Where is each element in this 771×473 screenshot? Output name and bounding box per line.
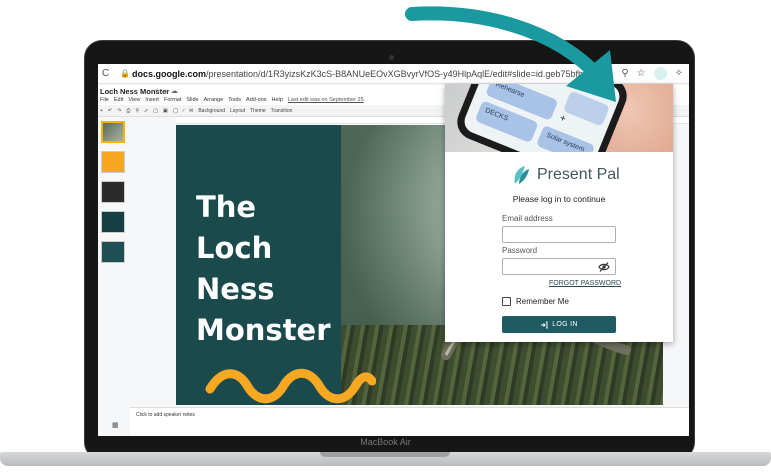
present-pal-logo-icon [514,166,529,184]
menu-help[interactable]: Help [272,97,283,103]
email-field[interactable] [502,226,616,243]
move-folder-icon[interactable]: ▭ [162,88,169,95]
undo-icon[interactable]: ↶ [108,108,112,114]
shape-tool-icon[interactable]: ◯ [173,108,179,114]
laptop-base-notch [320,452,450,457]
slide-title-line: Monster [196,313,331,347]
menu-file[interactable]: File [100,97,109,103]
menu-format[interactable]: Format [164,97,181,103]
zoom-icon[interactable]: ⚲ [621,68,628,79]
add-icon[interactable]: + [100,108,103,114]
slide-thumbnail-5[interactable] [101,241,125,263]
menu-insert[interactable]: Insert [145,97,159,103]
brand-name: Present Pal [537,166,620,183]
password-label: Password [502,246,538,255]
toolbar-transition[interactable]: Transition [271,108,293,114]
slide-thumbnail-3[interactable] [101,181,125,203]
reload-icon[interactable]: C [102,68,114,79]
orange-squiggle-decoration [205,368,376,404]
phone-image: Rehearse DECKS Solar system + [451,84,633,152]
login-subtitle: Please log in to continue [512,194,606,204]
speaker-notes[interactable]: Click to add speaker notes [130,407,689,436]
speaker-notes-placeholder: Click to add speaker notes [136,412,195,418]
line-tool-icon[interactable]: ∕ [183,108,184,114]
menu-addons[interactable]: Add-ons [246,97,267,103]
url-host: docs.google.com [132,68,207,79]
url-path: /presentation/d/1R3yizsKzK3cS-B8ANUeEOvX… [206,68,592,79]
slide-thumbnail-2[interactable] [101,151,125,173]
menu-view[interactable]: View [128,97,140,103]
url-text[interactable]: docs.google.com/presentation/d/1R3yizsKz… [132,69,592,79]
image-tool-icon[interactable]: ▣ [163,108,168,114]
slide-thumbnail-4[interactable] [101,211,125,233]
slide-title-line: Ness [196,272,275,306]
login-button-label: LOG IN [552,321,578,328]
toolbar-theme[interactable]: Theme [250,108,266,114]
email-label: Email address [502,214,553,223]
comment-tool-icon[interactable]: ✉ [189,108,193,114]
slide-title-line: Loch [196,231,273,265]
cloud-status-icon: ☁ [170,88,178,95]
eye-off-icon[interactable] [598,261,610,273]
phone-card-solar-system: Solar system [535,124,596,152]
present-pal-logo: Present Pal [511,164,620,186]
bookmark-star-icon[interactable]: ☆ [637,68,646,79]
slide-thumbnail-1[interactable] [101,121,125,143]
phone-card-blank [562,90,610,127]
forgot-password-link[interactable]: FORGOT PASSWORD [549,280,621,287]
toolbar-layout[interactable]: Layout [230,108,245,114]
password-field[interactable] [502,258,616,275]
laptop-brand-label: MacBook Air [360,437,411,447]
remember-me-checkbox[interactable] [502,297,511,306]
browser-actions: ⚲ ☆ ✧ [621,67,689,80]
print-icon[interactable]: ⎙ [126,108,130,114]
menu-arrange[interactable]: Arrange [204,97,224,103]
remember-me[interactable]: Remember Me [502,297,569,306]
zoom-tool-icon[interactable]: ⚲ [135,108,139,114]
present-pal-login-panel: Rehearse DECKS Solar system + Present Pa… [445,84,673,342]
star-icon[interactable]: ☆ [154,88,160,95]
slide-filmstrip [98,117,130,417]
present-pal-extension-icon[interactable] [653,67,667,80]
login-button[interactable]: LOG IN [502,316,616,333]
last-edit-link[interactable]: Last edit was on September 25 [288,97,364,103]
laptop-camera [389,55,394,60]
lock-icon: 🔒 [120,69,130,78]
toolbar-background[interactable]: Background [198,108,225,114]
remember-me-label: Remember Me [516,297,569,306]
menu-edit[interactable]: Edit [114,97,123,103]
menu-tools[interactable]: Tools [228,97,241,103]
menu-slide[interactable]: Slide [186,97,198,103]
phone-screen: Rehearse DECKS Solar system + [460,84,624,152]
slide-title: The Loch Ness Monster [196,187,341,351]
select-tool-icon[interactable]: ⬀ [144,108,148,114]
extensions-puzzle-icon[interactable]: ✧ [675,68,683,79]
doc-title-icons: ☆ ▭ ☁ [154,87,178,95]
login-icon [541,321,548,328]
textbox-tool-icon[interactable]: ▢ [153,108,158,114]
redo-icon[interactable]: ↷ [117,108,121,114]
login-hero-image: Rehearse DECKS Solar system + [445,84,673,152]
slide-title-line: The [196,190,257,224]
browser-address-bar[interactable]: C 🔒 docs.google.com/presentation/d/1R3yi… [98,64,689,84]
grid-view-icon[interactable]: ▦ [112,421,119,429]
phone-plus-icon: + [557,112,568,126]
menu-bar: File Edit View Insert Format Slide Arran… [100,97,364,103]
